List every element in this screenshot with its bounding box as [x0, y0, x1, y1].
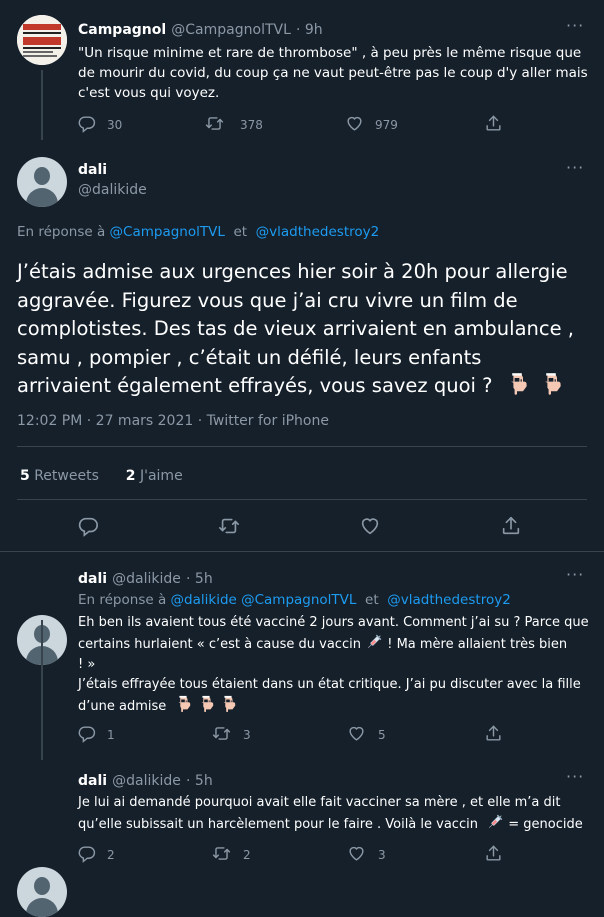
pointing-down-emoji [505, 372, 529, 396]
like-count: 5 [378, 728, 386, 742]
author-handle[interactable]: @dalikide [112, 773, 181, 789]
pointing-down-emoji [174, 695, 192, 713]
pointing-down-emoji [219, 695, 237, 713]
share-icon[interactable] [484, 114, 503, 133]
reply-count: 2 [107, 848, 115, 862]
tweet-text-line: = genocide [508, 817, 583, 832]
retweets-label: Retweets [34, 468, 99, 484]
like-icon[interactable] [359, 515, 381, 537]
reply-context: En réponse à @dalikide @CampagnolTVL et … [78, 592, 511, 608]
share-icon[interactable] [484, 844, 503, 863]
author-name[interactable]: Campagnol [78, 22, 166, 38]
author-handle[interactable]: @CampagnolTVL [171, 22, 291, 38]
like-icon[interactable] [347, 724, 366, 743]
tweet-text: J’étais admise aux urgences hier soir à … [17, 258, 597, 401]
tweet-text-line: aggravée. Figurez vous que j’ai cru vivr… [17, 288, 518, 312]
like-icon[interactable] [347, 844, 366, 863]
reply-icon[interactable] [77, 114, 96, 133]
avatar[interactable] [17, 157, 67, 207]
retweets-count: 5 [20, 468, 30, 484]
tweet-text: "Un risque minime et rare de thrombose" … [78, 43, 588, 103]
author-handle[interactable]: @dalikide [78, 182, 147, 198]
reply-icon[interactable] [77, 844, 96, 863]
tweet-text-line: c'est vous qui voyez. [78, 85, 220, 101]
tweet-text-line: ! » [78, 657, 96, 672]
more-icon[interactable]: ··· [566, 565, 584, 584]
mention-link[interactable]: @CampagnolTVL [110, 224, 225, 240]
pointing-down-emoji [539, 372, 563, 396]
retweet-icon[interactable] [212, 844, 231, 863]
divider [17, 499, 587, 500]
reply-context: En réponse à @CampagnolTVL et @vladthede… [17, 224, 379, 240]
syringe-emoji [365, 633, 383, 651]
tweet-text: Je lui ai demandé pourquoi avait elle fa… [78, 793, 593, 835]
mention-link[interactable]: @vladthedestroy2 [256, 224, 380, 240]
tweet-text-line: arrivaient également effrayés, vous save… [17, 374, 493, 397]
more-icon[interactable]: ··· [566, 767, 584, 786]
reply-icon[interactable] [77, 724, 96, 743]
tweet-text-line: ! Ma mère allaient très bien [387, 637, 568, 652]
like-icon[interactable] [345, 114, 364, 133]
retweet-count: 2 [243, 848, 251, 862]
reply-count: 30 [107, 118, 123, 132]
like-count: 3 [378, 848, 386, 862]
syringe-emoji [486, 813, 504, 831]
campagnol-logo-icon [17, 15, 67, 65]
tweet-text-line: certains hurlaient « c’est à cause du va… [78, 637, 361, 652]
tweet-text: Eh ben ils avaient tous été vacciné 2 jo… [78, 613, 593, 717]
more-icon[interactable]: ··· [566, 16, 584, 35]
retweet-count: 378 [240, 118, 263, 132]
tweet-meta[interactable]: 12:02 PM · 27 mars 2021 · Twitter for iP… [17, 413, 329, 429]
share-icon[interactable] [484, 724, 503, 743]
reply-icon[interactable] [77, 515, 99, 537]
tweet-text-line: complotistes. Des tas de vieux arrivaien… [17, 317, 574, 340]
divider [17, 446, 587, 447]
avatar[interactable] [17, 15, 67, 65]
tweet-text-line: qu’elle subissait un harcèlement pour le… [78, 817, 478, 832]
likes-count: 2 [125, 468, 136, 484]
tweet-text-line: Je lui ai demandé pourquoi avait elle fa… [78, 795, 561, 810]
reply-prefix: En réponse à [78, 592, 167, 608]
tweet-text-line: samu , pompier , c’était un défilé, leur… [17, 345, 482, 369]
reply-count: 1 [107, 728, 115, 742]
tweet-text-line: d’une admise [78, 699, 167, 714]
retweets-stat[interactable]: 5 Retweets [20, 468, 99, 484]
tweet-stats: 5 Retweets 2 J'aime [20, 468, 183, 484]
tweet-time[interactable]: · 9h [296, 22, 323, 38]
likes-label: J'aime [139, 468, 183, 484]
author-name[interactable]: dali [78, 773, 107, 789]
tweet-text-line: de mourir du covid, du coup ça ne vaut p… [78, 65, 588, 81]
likes-stat[interactable]: 2 J'aime [126, 468, 183, 484]
tweet-text-line: "Un risque minime et rare de thrombose" … [78, 45, 582, 61]
retweet-icon[interactable] [218, 515, 240, 537]
tweet-time[interactable]: · 5h [186, 773, 213, 789]
pointing-down-emoji [197, 695, 215, 713]
share-icon[interactable] [500, 515, 522, 537]
divider [0, 551, 604, 552]
reply-and: et [365, 592, 379, 608]
tweet-text-line: Eh ben ils avaient tous été vacciné 2 jo… [78, 615, 589, 630]
retweet-icon[interactable] [212, 724, 231, 743]
mention-link[interactable]: @vladthedestroy2 [387, 592, 511, 608]
tweet-text-line: J’étais admise aux urgences hier soir à … [17, 260, 568, 283]
mention-link[interactable]: @dalikide @CampagnolTVL [171, 592, 357, 608]
like-count: 979 [375, 118, 398, 132]
reply-and: et [233, 224, 248, 240]
more-icon[interactable]: ··· [566, 158, 584, 177]
author-handle[interactable]: @dalikide [112, 571, 181, 587]
tweet-time[interactable]: · 5h [186, 571, 213, 587]
reply-prefix: En réponse à [17, 224, 106, 240]
thread-line [41, 70, 43, 140]
author-name[interactable]: dali [78, 571, 107, 587]
retweet-icon[interactable] [205, 114, 224, 133]
thread-line [41, 620, 43, 760]
author-name[interactable]: dali [78, 162, 107, 178]
retweet-count: 3 [243, 728, 251, 742]
tweet-text-line: J’étais effrayée tous étaient dans un ét… [78, 677, 581, 692]
